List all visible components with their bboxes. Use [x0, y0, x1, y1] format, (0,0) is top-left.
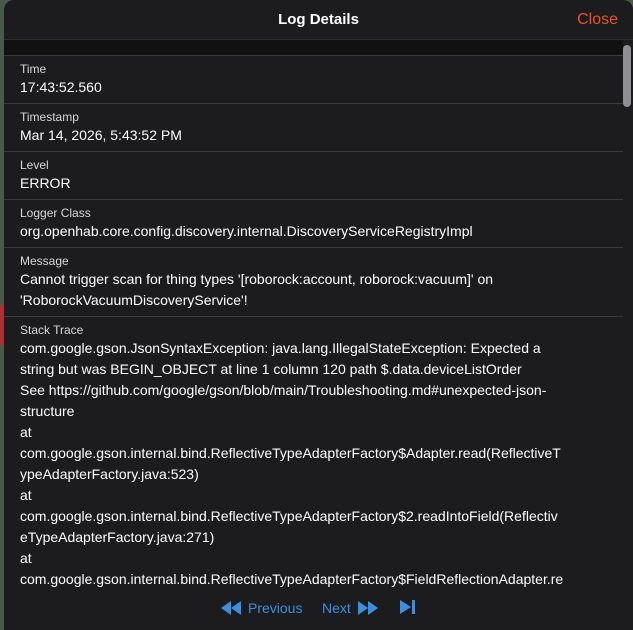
level-row: Level ERROR: [4, 152, 623, 200]
stack-trace-label: Stack Trace: [20, 323, 84, 337]
fast-forward-icon: [357, 601, 378, 615]
next-button[interactable]: Next: [322, 600, 379, 616]
previous-label: Previous: [248, 600, 303, 616]
last-button[interactable]: [399, 600, 417, 614]
message-value: Cannot trigger scan for thing types '[ro…: [20, 271, 494, 308]
navbar: Log Details Close: [4, 0, 633, 40]
logger-class-label: Logger Class: [20, 206, 91, 220]
next-label: Next: [322, 600, 351, 616]
level-label: Level: [20, 158, 49, 172]
close-button[interactable]: Close: [577, 11, 618, 29]
bottom-toolbar: Previous Next: [4, 588, 633, 630]
message-label: Message: [20, 254, 69, 268]
time-value: 17:43:52.560: [20, 79, 102, 95]
scrollbar-track[interactable]: [623, 40, 633, 588]
logger-class-value: org.openhab.core.config.discovery.intern…: [20, 223, 473, 239]
level-value: ERROR: [20, 175, 71, 191]
skip-to-end-icon: [400, 600, 415, 614]
previous-button[interactable]: Previous: [220, 600, 302, 616]
scrollbar-thumb[interactable]: [623, 45, 631, 107]
rewind-icon: [221, 601, 241, 615]
log-details-sheet: Log Details Close Time 17:43:52.560 Time…: [4, 0, 633, 630]
timestamp-value: Mar 14, 2026, 5:43:52 PM: [20, 127, 182, 143]
message-row: Message Cannot trigger scan for thing ty…: [4, 248, 623, 317]
stack-trace-value: com.google.gson.JsonSyntaxException: jav…: [20, 340, 564, 587]
list-header-band: [4, 40, 623, 56]
time-row: Time 17:43:52.560: [4, 56, 623, 104]
log-detail-list[interactable]: Time 17:43:52.560 Timestamp Mar 14, 2026…: [4, 40, 623, 588]
logger-class-row: Logger Class org.openhab.core.config.dis…: [4, 200, 623, 248]
stack-trace-row: Stack Trace com.google.gson.JsonSyntaxEx…: [4, 317, 623, 588]
time-label: Time: [20, 62, 47, 76]
timestamp-row: Timestamp Mar 14, 2026, 5:43:52 PM: [4, 104, 623, 152]
timestamp-label: Timestamp: [20, 110, 79, 124]
page-title: Log Details: [278, 11, 359, 28]
